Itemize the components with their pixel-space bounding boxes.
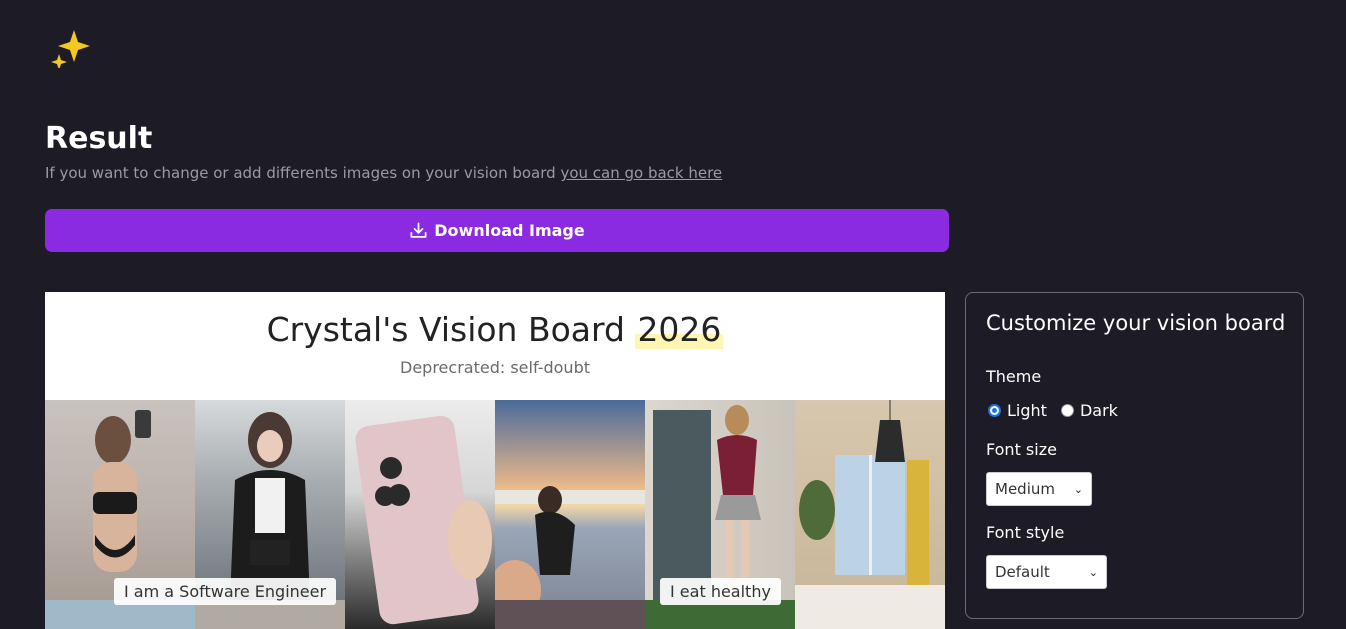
- panel-title: Customize your vision board: [986, 311, 1286, 335]
- page-title: Result: [45, 121, 153, 156]
- font-size-select[interactable]: Medium ⌄: [986, 472, 1092, 506]
- subtitle: If you want to change or add differents …: [45, 164, 722, 182]
- image-grid: I am a Software Engineer I eat healthy: [45, 400, 945, 629]
- font-size-value: Medium: [995, 480, 1055, 498]
- theme-dark-label: Dark: [1079, 401, 1118, 420]
- caption-software-engineer: I am a Software Engineer: [114, 578, 337, 605]
- board-subtitle: Deprecrated: self-doubt: [400, 358, 590, 377]
- board-title-year: 2026: [635, 310, 724, 349]
- board-image: [795, 400, 945, 629]
- download-image-button[interactable]: Download Image: [45, 209, 949, 252]
- theme-options: Light Dark: [988, 401, 1118, 420]
- theme-light-label: Light: [1007, 401, 1047, 420]
- board-image: [45, 400, 195, 600]
- board-title-main: Crystal's Vision Board: [266, 310, 636, 349]
- download-label: Download Image: [434, 221, 585, 240]
- font-style-value: Default: [995, 563, 1050, 581]
- font-size-label: Font size: [986, 440, 1057, 459]
- caption-eat-healthy: I eat healthy: [660, 578, 781, 605]
- board-image: [495, 600, 645, 629]
- download-icon: [410, 222, 427, 238]
- board-image: [195, 400, 345, 600]
- theme-label: Theme: [986, 367, 1042, 386]
- theme-dark-radio[interactable]: [1060, 404, 1074, 417]
- customize-panel: Customize your vision board Theme Light …: [965, 292, 1304, 619]
- theme-light-radio[interactable]: [988, 404, 1001, 417]
- sparkles-icon: [51, 30, 90, 68]
- board-image: [345, 400, 495, 629]
- font-style-select[interactable]: Default ⌄: [986, 555, 1107, 589]
- chevron-down-icon: ⌄: [1088, 565, 1098, 579]
- chevron-down-icon: ⌄: [1073, 482, 1083, 496]
- board-title: Crystal's Vision Board 2026: [45, 310, 945, 349]
- vision-board: Crystal's Vision Board 2026 Deprecrated:…: [45, 292, 945, 629]
- board-image: [495, 400, 645, 629]
- subtitle-text: If you want to change or add differents …: [45, 164, 561, 182]
- font-style-label: Font style: [986, 523, 1065, 542]
- go-back-link[interactable]: you can go back here: [560, 164, 722, 182]
- board-image: [645, 400, 795, 600]
